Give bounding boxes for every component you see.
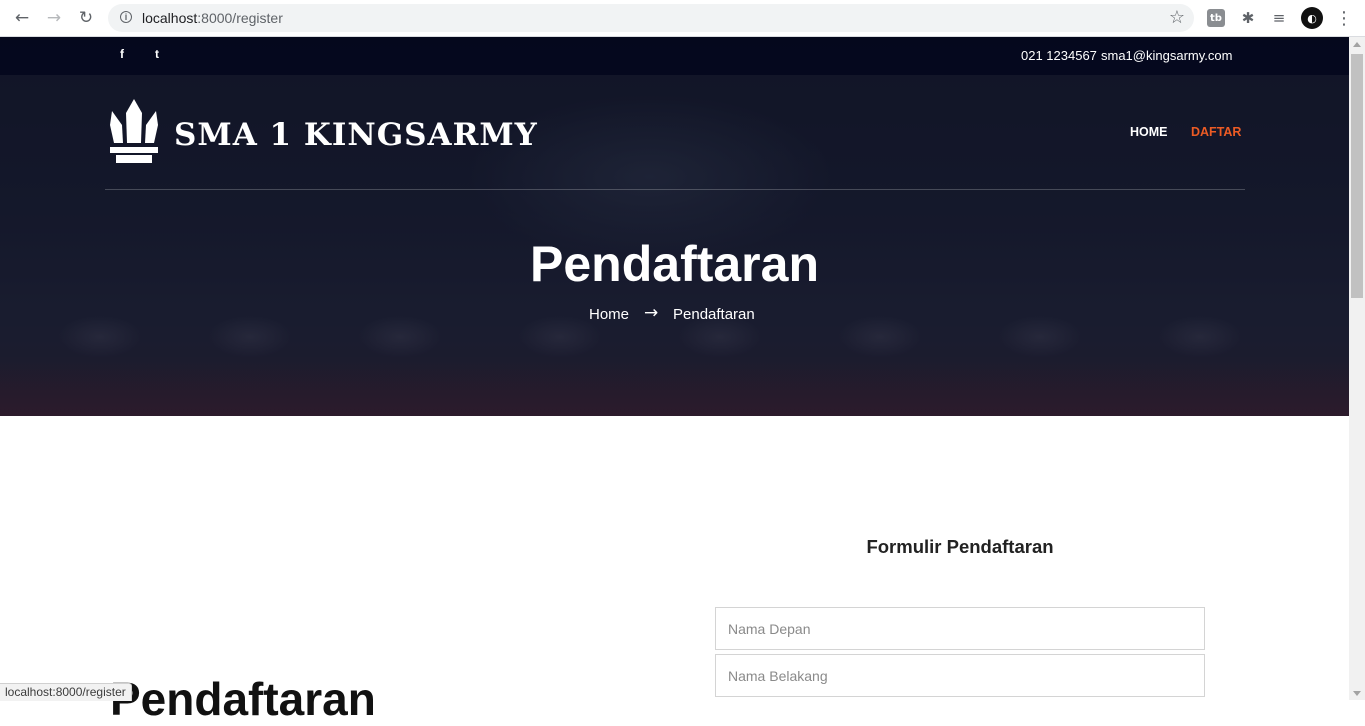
- info-icon[interactable]: i: [120, 11, 132, 23]
- twitter-icon[interactable]: t: [155, 47, 159, 61]
- scroll-up-icon[interactable]: [1353, 42, 1361, 47]
- phone-number: 021 1234567: [1021, 48, 1097, 63]
- facebook-icon[interactable]: f: [120, 47, 124, 61]
- breadcrumb-arrow-icon: →: [644, 303, 659, 323]
- url-path: :8000/register: [197, 10, 283, 26]
- bookmark-star-icon[interactable]: ☆: [1169, 7, 1185, 28]
- top-info-bar: f t 021 1234567 sma1@kingsarmy.com: [0, 37, 1349, 75]
- page-title: Pendaftaran: [530, 236, 819, 292]
- scrollbar-thumb[interactable]: [1351, 54, 1363, 298]
- forward-button[interactable]: →: [42, 7, 66, 29]
- nav-daftar-link[interactable]: DAFTAR: [1191, 125, 1241, 139]
- url-host: localhost: [142, 10, 198, 26]
- first-name-input[interactable]: [715, 607, 1205, 650]
- section-heading: Pendaftaran: [110, 673, 376, 725]
- address-bar[interactable]: i localhost:8000/register ☆: [108, 4, 1194, 32]
- crown-logo-icon[interactable]: [108, 99, 160, 163]
- extensions-puzzle-icon[interactable]: ✱: [1238, 8, 1258, 28]
- site-name[interactable]: SMA 1 KINGSARMY: [174, 117, 538, 153]
- forward-arrow-icon: →: [46, 8, 62, 28]
- breadcrumb-home[interactable]: Home: [589, 306, 629, 323]
- media-queue-icon[interactable]: ≡: [1269, 8, 1289, 28]
- last-name-input[interactable]: [715, 654, 1205, 697]
- hero-background-detail: [0, 356, 1349, 416]
- header-divider: [105, 189, 1245, 190]
- form-title: Formulir Pendaftaran: [866, 536, 1054, 557]
- extension-tb-icon[interactable]: tb: [1207, 9, 1225, 27]
- email-address[interactable]: sma1@kingsarmy.com: [1101, 48, 1232, 63]
- back-button[interactable]: ←: [10, 7, 34, 29]
- chrome-menu-icon[interactable]: ⋮: [1334, 8, 1354, 29]
- reload-button[interactable]: ↻: [74, 7, 98, 29]
- profile-avatar[interactable]: ◐: [1301, 7, 1323, 29]
- breadcrumb-current: Pendaftaran: [673, 306, 755, 323]
- address-url[interactable]: localhost:8000/register: [142, 10, 283, 26]
- scroll-down-icon[interactable]: [1353, 691, 1361, 696]
- back-arrow-icon: ←: [14, 8, 30, 28]
- nav-home-link[interactable]: HOME: [1130, 125, 1168, 139]
- reload-icon: ↻: [78, 8, 94, 28]
- browser-toolbar: ← → ↻ i localhost:8000/register ☆ tb ✱ ≡…: [0, 0, 1365, 37]
- hero-banner: f t 021 1234567 sma1@kingsarmy.com SMA 1…: [0, 37, 1349, 416]
- status-bar-url: localhost:8000/register: [0, 683, 132, 701]
